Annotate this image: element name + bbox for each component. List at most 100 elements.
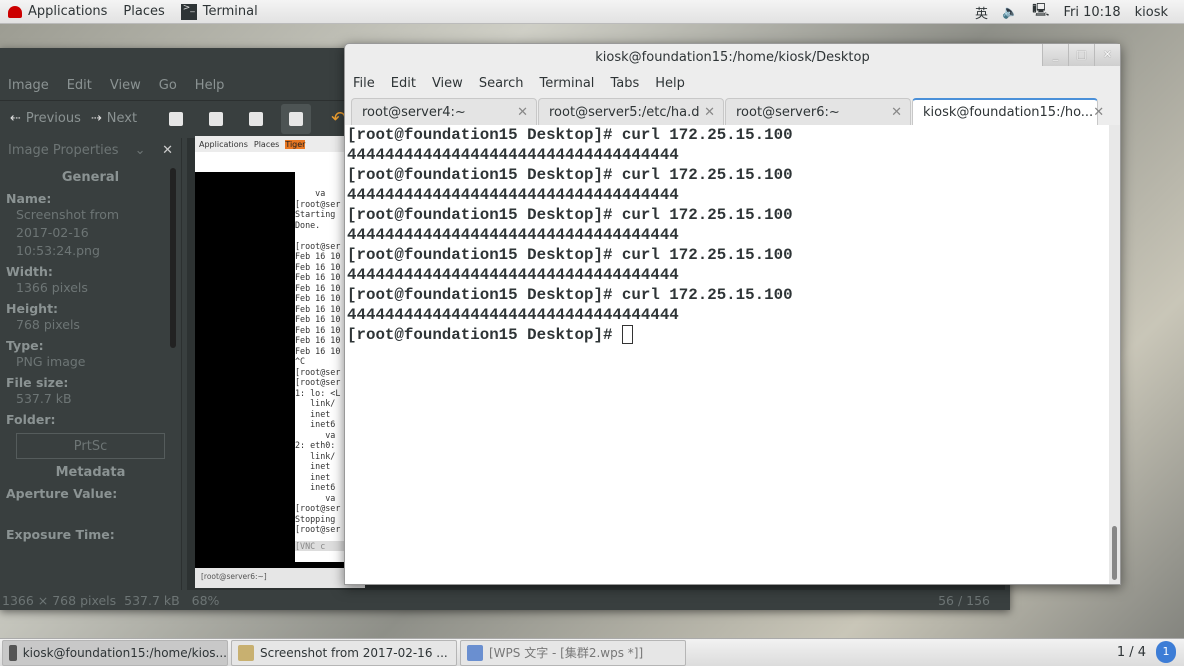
menu-view[interactable]: View (432, 76, 463, 91)
folder-button[interactable]: PrtSc (16, 433, 165, 459)
displayed-screenshot: Applications Places Tiger va [root@ser Start… (195, 136, 365, 588)
notification-badge[interactable]: 1 (1156, 641, 1176, 663)
close-icon[interactable]: ✕ (162, 143, 173, 158)
tab-foundation15[interactable]: kiosk@foundation15:/ho... ✕ (912, 98, 1104, 125)
scrollbar-thumb[interactable] (1112, 526, 1117, 580)
viewer-menubar: Image Edit View Go Help (0, 78, 224, 98)
terminal-line: [root@foundation15 Desktop]# curl 172.25… (347, 206, 793, 224)
terminal-icon (9, 644, 17, 661)
next-button[interactable]: ⇢ Next (91, 111, 137, 126)
general-heading: General (61, 170, 120, 185)
name-label: Name: (6, 191, 52, 206)
terminal-icon: >_ (180, 3, 197, 20)
terminal-line: [root@foundation15 Desktop]# curl 172.25… (347, 126, 793, 144)
viewer-statusbar: 1366 × 768 pixels 537.7 kB 68% 56 / 156 (0, 590, 1010, 610)
zoom-normal-button[interactable] (241, 104, 271, 134)
close-tab-icon[interactable]: ✕ (704, 105, 715, 120)
clock[interactable]: Fri 10:18 (1064, 5, 1121, 20)
tab-label: kiosk@foundation15:/ho... (923, 105, 1094, 120)
menu-go[interactable]: Go (159, 78, 177, 98)
terminal-tabs: root@server4:~ ✕ root@server5:/etc/ha.d ✕ … (345, 98, 1122, 125)
shot-applications: Applications (199, 139, 248, 149)
menu-help[interactable]: Help (655, 76, 685, 91)
terminal-scrollbar[interactable] (1109, 125, 1120, 584)
height-value: 768 pixels (16, 317, 80, 332)
zoom-fit-icon (289, 111, 304, 126)
tab-server5[interactable]: root@server5:/etc/ha.d ✕ (538, 98, 724, 125)
menu-edit[interactable]: Edit (67, 78, 92, 98)
task-wps[interactable]: [WPS 文字 - [集群2.wps *]] (460, 639, 686, 666)
folder-label: Folder: (6, 412, 56, 427)
menu-search[interactable]: Search (479, 76, 524, 91)
terminal-line: 44444444444444444444444444444444444 (347, 306, 679, 324)
terminal-line: [root@foundation15 Desktop]# curl 172.25… (347, 166, 793, 184)
sidebar-scrollbar[interactable] (170, 168, 176, 348)
tab-label: root@server6:~ (736, 104, 840, 120)
menu-help[interactable]: Help (195, 78, 225, 98)
tab-server6[interactable]: root@server6:~ ✕ (725, 98, 911, 125)
zoom-fit-button[interactable] (281, 103, 312, 134)
network-offline-icon[interactable]: 🖳 (1032, 1, 1049, 23)
close-tab-icon[interactable]: ✕ (1093, 105, 1104, 120)
input-method-indicator[interactable]: 英 (975, 3, 988, 22)
task-terminal[interactable]: kiosk@foundation15:/home/kios... (2, 639, 228, 666)
close-tab-icon[interactable]: ✕ (517, 105, 528, 120)
tab-label: root@server4:~ (362, 104, 466, 120)
type-label: Type: (6, 338, 44, 353)
arrow-right-icon: ⇢ (90, 111, 102, 126)
zoom-out-icon (209, 111, 224, 126)
top-bar: Applications Places >_ Terminal 英 🔈 🖳 Fri… (0, 0, 1184, 24)
exposure-label: Exposure Time: (6, 527, 115, 542)
type-value: PNG image (16, 354, 86, 369)
menu-tabs[interactable]: Tabs (610, 76, 639, 91)
task-label: [WPS 文字 - [集群2.wps *]] (489, 646, 644, 660)
height-label: Height: (6, 301, 59, 316)
status-dimensions: 1366 × 768 pixels (2, 592, 117, 608)
close-button[interactable]: ✕ (1094, 44, 1120, 66)
tab-server4[interactable]: root@server4:~ ✕ (351, 98, 537, 125)
previous-label: Previous (25, 111, 81, 126)
zoom-out-button[interactable] (201, 104, 231, 134)
workspace-indicator[interactable]: 1 / 4 (1117, 645, 1146, 660)
places-menu[interactable]: Places (115, 4, 172, 19)
name-value: Screenshot from 2017-02-16 10:53:24.png (16, 207, 120, 258)
tab-label: root@server5:/etc/ha.d (549, 104, 700, 120)
file-size-label: File size: (6, 375, 69, 390)
menu-image[interactable]: Image (8, 78, 49, 98)
applications-label: Applications (28, 4, 108, 19)
menu-terminal[interactable]: Terminal (539, 76, 594, 91)
terminal-line: 44444444444444444444444444444444444 (347, 186, 679, 204)
zoom-in-button[interactable] (161, 104, 191, 134)
status-zoom: 68% (191, 592, 220, 608)
task-label: kiosk@foundation15:/home/kios... (22, 645, 227, 660)
active-app-label: Terminal (202, 4, 258, 19)
text-cursor (621, 325, 633, 345)
volume-muted-icon[interactable]: 🔈 (1002, 5, 1018, 20)
menu-view[interactable]: View (110, 78, 141, 98)
width-label: Width: (6, 264, 53, 279)
task-label: Screenshot from 2017-02-16 ... (260, 645, 448, 660)
terminal-title: kiosk@foundation15:/home/kiosk/Desktop (595, 50, 870, 65)
menu-edit[interactable]: Edit (391, 76, 416, 91)
menu-file[interactable]: File (353, 76, 375, 91)
minimize-button[interactable]: _ (1042, 44, 1068, 66)
shot-taskbar: [root@server6:~] (195, 568, 365, 588)
file-size-value: 537.7 kB (16, 391, 72, 406)
terminal-line: [root@foundation15 Desktop]# curl 172.25… (347, 246, 793, 264)
active-app-menu[interactable]: >_ Terminal (173, 3, 266, 20)
maximize-button[interactable]: □ (1068, 44, 1094, 66)
image-properties-sidebar: Image Properties ⌄ ✕ General Name: Screen… (0, 138, 182, 590)
user-menu[interactable]: kiosk (1135, 5, 1168, 20)
task-image-viewer[interactable]: Screenshot from 2017-02-16 ... (231, 639, 457, 666)
close-tab-icon[interactable]: ✕ (891, 105, 902, 120)
chevron-down-icon[interactable]: ⌄ (135, 143, 146, 158)
terminal-prompt-line[interactable]: [root@foundation15 Desktop]# (347, 325, 1111, 345)
next-label: Next (106, 111, 138, 126)
previous-button[interactable]: ⇠ Previous (10, 111, 81, 126)
zoom-normal-icon (249, 111, 264, 126)
taskbar: kiosk@foundation15:/home/kios... Screens… (0, 638, 1184, 666)
applications-menu[interactable]: Applications (0, 4, 115, 19)
sidebar-title: Image Properties (8, 142, 119, 158)
terminal-line: [root@foundation15 Desktop]# curl 172.25… (347, 286, 793, 304)
terminal-output[interactable]: [root@foundation15 Desktop]# curl 172.25… (345, 125, 1111, 584)
